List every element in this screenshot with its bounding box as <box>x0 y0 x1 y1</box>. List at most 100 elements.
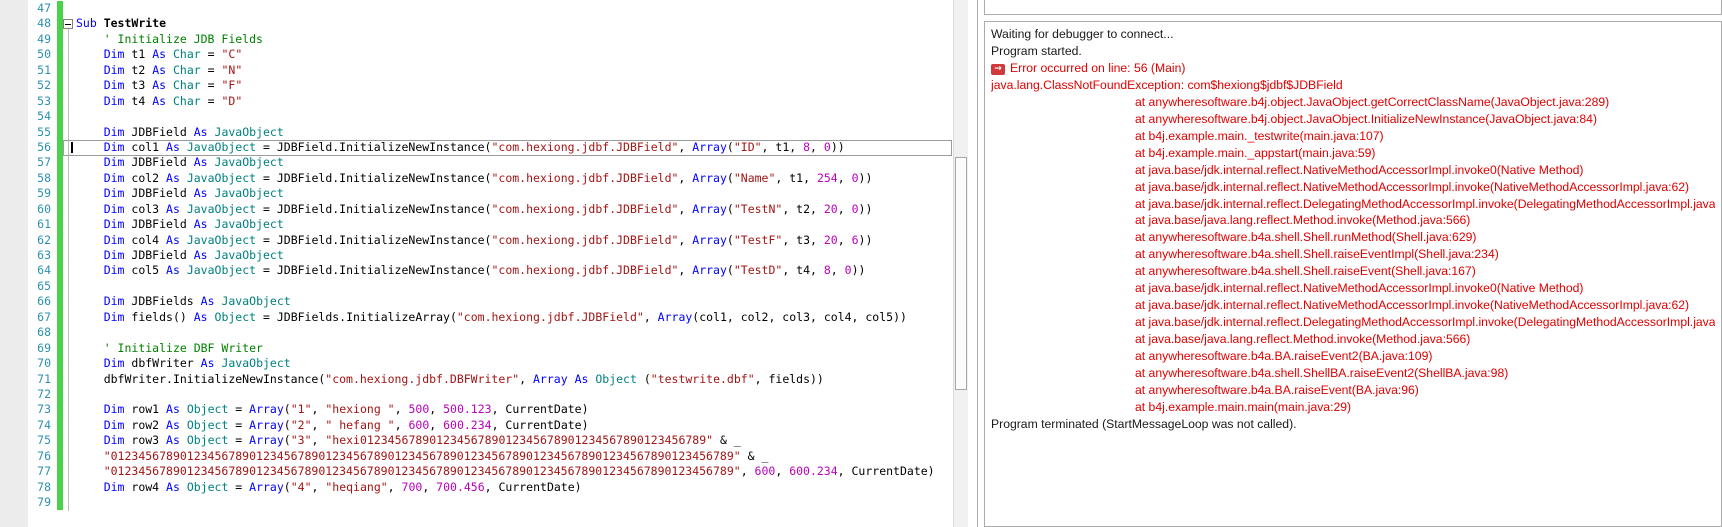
code-text[interactable]: Dim JDBField As JavaObject <box>63 125 953 140</box>
log-line: at anywheresoftware.b4a.shell.Shell.rais… <box>991 263 1715 280</box>
code-text[interactable] <box>63 387 953 402</box>
code-text[interactable] <box>63 495 953 510</box>
code-text[interactable]: ' Initialize JDB Fields <box>63 32 953 47</box>
line-number[interactable]: 54 <box>0 109 53 124</box>
log-text: at java.base/jdk.internal.reflect.Delega… <box>1135 315 1715 330</box>
code-line: 69 ' Initialize DBF Writer <box>0 340 953 357</box>
code-line: 53 Dim t4 As Char = "D" <box>0 93 953 110</box>
code-text[interactable]: Dim dbfWriter As JavaObject <box>63 356 953 371</box>
line-number[interactable]: 48 <box>0 16 53 31</box>
line-number[interactable]: 63 <box>0 248 53 263</box>
line-number[interactable]: 68 <box>0 325 53 340</box>
code-text[interactable]: Dim row2 As Object = Array("2", " hefang… <box>63 418 953 433</box>
ide-window: 47 48 Sub TestWrite 49 ' Initialize JDB Fie… <box>0 0 1722 527</box>
code-line: 72 <box>0 386 953 403</box>
fold-collapse-minus-icon[interactable] <box>63 19 73 29</box>
code-text[interactable]: Dim JDBField As JavaObject <box>63 155 953 170</box>
vertical-scrollbar-thumb[interactable] <box>955 157 967 390</box>
error-log-line[interactable]: → Error occurred on line: 56 (Main) <box>991 60 1715 77</box>
code-text[interactable] <box>63 1 953 16</box>
log-line: at anywheresoftware.b4a.BA.raiseEvent2(B… <box>991 348 1715 365</box>
code-text[interactable]: Dim col5 As JavaObject = JDBField.Initia… <box>63 263 953 278</box>
log-line: at anywheresoftware.b4j.object.JavaObjec… <box>991 111 1715 128</box>
code-text[interactable]: Dim JDBFields As JavaObject <box>63 294 953 309</box>
log-text: Program terminated (StartMessageLoop was… <box>991 416 1297 431</box>
code-text[interactable]: "012345678901234567890123456789012345678… <box>63 464 953 479</box>
code-line: 74 Dim row2 As Object = Array("2", " hef… <box>0 417 953 434</box>
line-number[interactable]: 79 <box>0 495 53 510</box>
line-number[interactable]: 53 <box>0 94 53 109</box>
vertical-scrollbar[interactable] <box>953 0 968 527</box>
line-number[interactable]: 61 <box>0 217 53 232</box>
code-line: 62 Dim col4 As JavaObject = JDBField.Ini… <box>0 232 953 248</box>
text-caret <box>71 142 73 153</box>
code-text[interactable] <box>63 109 953 124</box>
log-text: at java.base/java.lang.reflect.Method.in… <box>1135 332 1471 347</box>
code-text[interactable] <box>63 279 953 294</box>
line-number[interactable]: 52 <box>0 78 53 93</box>
code-text[interactable]: Dim JDBField As JavaObject <box>63 217 953 232</box>
code-text[interactable]: ' Initialize DBF Writer <box>63 341 953 356</box>
log-line: at java.base/java.lang.reflect.Method.in… <box>991 331 1715 348</box>
line-number[interactable]: 56 <box>0 140 53 155</box>
line-number[interactable]: 71 <box>0 372 53 387</box>
code-text[interactable]: Dim row3 As Object = Array("3", "hexi012… <box>63 433 953 448</box>
line-number[interactable]: 65 <box>0 279 53 294</box>
code-text[interactable]: "012345678901234567890123456789012345678… <box>63 449 953 464</box>
code-text[interactable]: Dim JDBField As JavaObject <box>63 186 953 201</box>
code-line: 70 Dim dbfWriter As JavaObject <box>0 356 953 372</box>
line-number[interactable]: 70 <box>0 356 53 371</box>
log-text: at java.base/jdk.internal.reflect.Native… <box>1135 179 1690 194</box>
code-line: 75 Dim row3 As Object = Array("3", "hexi… <box>0 433 953 449</box>
line-number[interactable]: 50 <box>0 47 53 62</box>
line-number[interactable]: 69 <box>0 341 53 356</box>
line-number[interactable]: 78 <box>0 480 53 495</box>
code-text[interactable]: Dim row4 As Object = Array("4", "heqiang… <box>63 480 953 495</box>
line-number[interactable]: 72 <box>0 387 53 402</box>
line-number[interactable]: 58 <box>0 171 53 186</box>
code-text[interactable]: Sub TestWrite <box>63 16 953 31</box>
log-text: Waiting for debugger to connect... <box>991 27 1174 41</box>
line-number[interactable]: 57 <box>0 155 53 170</box>
code-text[interactable]: Dim fields() As Object = JDBFields.Initi… <box>63 310 953 325</box>
log-text: at java.base/jdk.internal.reflect.Native… <box>1135 281 1584 296</box>
code-text[interactable]: Dim row1 As Object = Array("1", "hexiong… <box>63 402 953 417</box>
code-text[interactable]: Dim t4 As Char = "D" <box>63 94 953 109</box>
code-text[interactable]: Dim col4 As JavaObject = JDBField.Initia… <box>63 233 953 248</box>
code-text[interactable]: Dim col3 As JavaObject = JDBField.Initia… <box>63 202 953 217</box>
code-line: 71 dbfWriter.InitializeNewInstance("com.… <box>0 371 953 387</box>
line-number[interactable]: 66 <box>0 294 53 309</box>
code-text[interactable]: Dim t1 As Char = "C" <box>63 47 953 62</box>
log-line: at anywheresoftware.b4a.shell.ShellBA.ra… <box>991 365 1715 382</box>
code-text[interactable] <box>63 325 953 340</box>
line-number[interactable]: 64 <box>0 263 53 278</box>
line-number[interactable]: 76 <box>0 449 53 464</box>
code-line: 56 Dim col1 As JavaObject = JDBField.Ini… <box>0 139 953 156</box>
line-number[interactable]: 60 <box>0 202 53 217</box>
line-number[interactable]: 49 <box>0 32 53 47</box>
code-text[interactable]: Dim t3 As Char = "F" <box>63 78 953 93</box>
code-text[interactable]: Dim JDBField As JavaObject <box>63 248 953 263</box>
line-number[interactable]: 77 <box>0 464 53 479</box>
line-number[interactable]: 73 <box>0 402 53 417</box>
code-line: 78 Dim row4 As Object = Array("4", "heqi… <box>0 479 953 495</box>
log-line: java.lang.ClassNotFoundException: com$he… <box>991 77 1715 94</box>
line-number[interactable]: 75 <box>0 433 53 448</box>
log-text: at b4j.example.main._appstart(main.java:… <box>1135 145 1376 160</box>
code-line: 48 Sub TestWrite <box>0 16 953 32</box>
line-number[interactable]: 51 <box>0 63 53 78</box>
log-text: at anywheresoftware.b4a.BA.raiseEvent(BA… <box>1135 383 1419 398</box>
code-text[interactable]: dbfWriter.InitializeNewInstance("com.hex… <box>63 372 953 387</box>
line-number[interactable]: 74 <box>0 418 53 433</box>
code-text[interactable]: Dim t2 As Char = "N" <box>63 63 953 78</box>
line-number[interactable]: 62 <box>0 233 53 248</box>
log-text: at b4j.example.main.main(main.java:29) <box>1135 399 1352 414</box>
line-number[interactable]: 47 <box>0 1 53 16</box>
code-text[interactable]: Dim col2 As JavaObject = JDBField.Initia… <box>63 171 953 186</box>
log-text: at anywheresoftware.b4a.shell.ShellBA.ra… <box>1135 366 1509 381</box>
line-number[interactable]: 67 <box>0 310 53 325</box>
code-text[interactable]: Dim col1 As JavaObject = JDBField.Initia… <box>63 140 953 155</box>
line-number[interactable]: 55 <box>0 125 53 140</box>
log-line: at java.base/jdk.internal.reflect.Delega… <box>991 196 1715 213</box>
line-number[interactable]: 59 <box>0 186 53 201</box>
